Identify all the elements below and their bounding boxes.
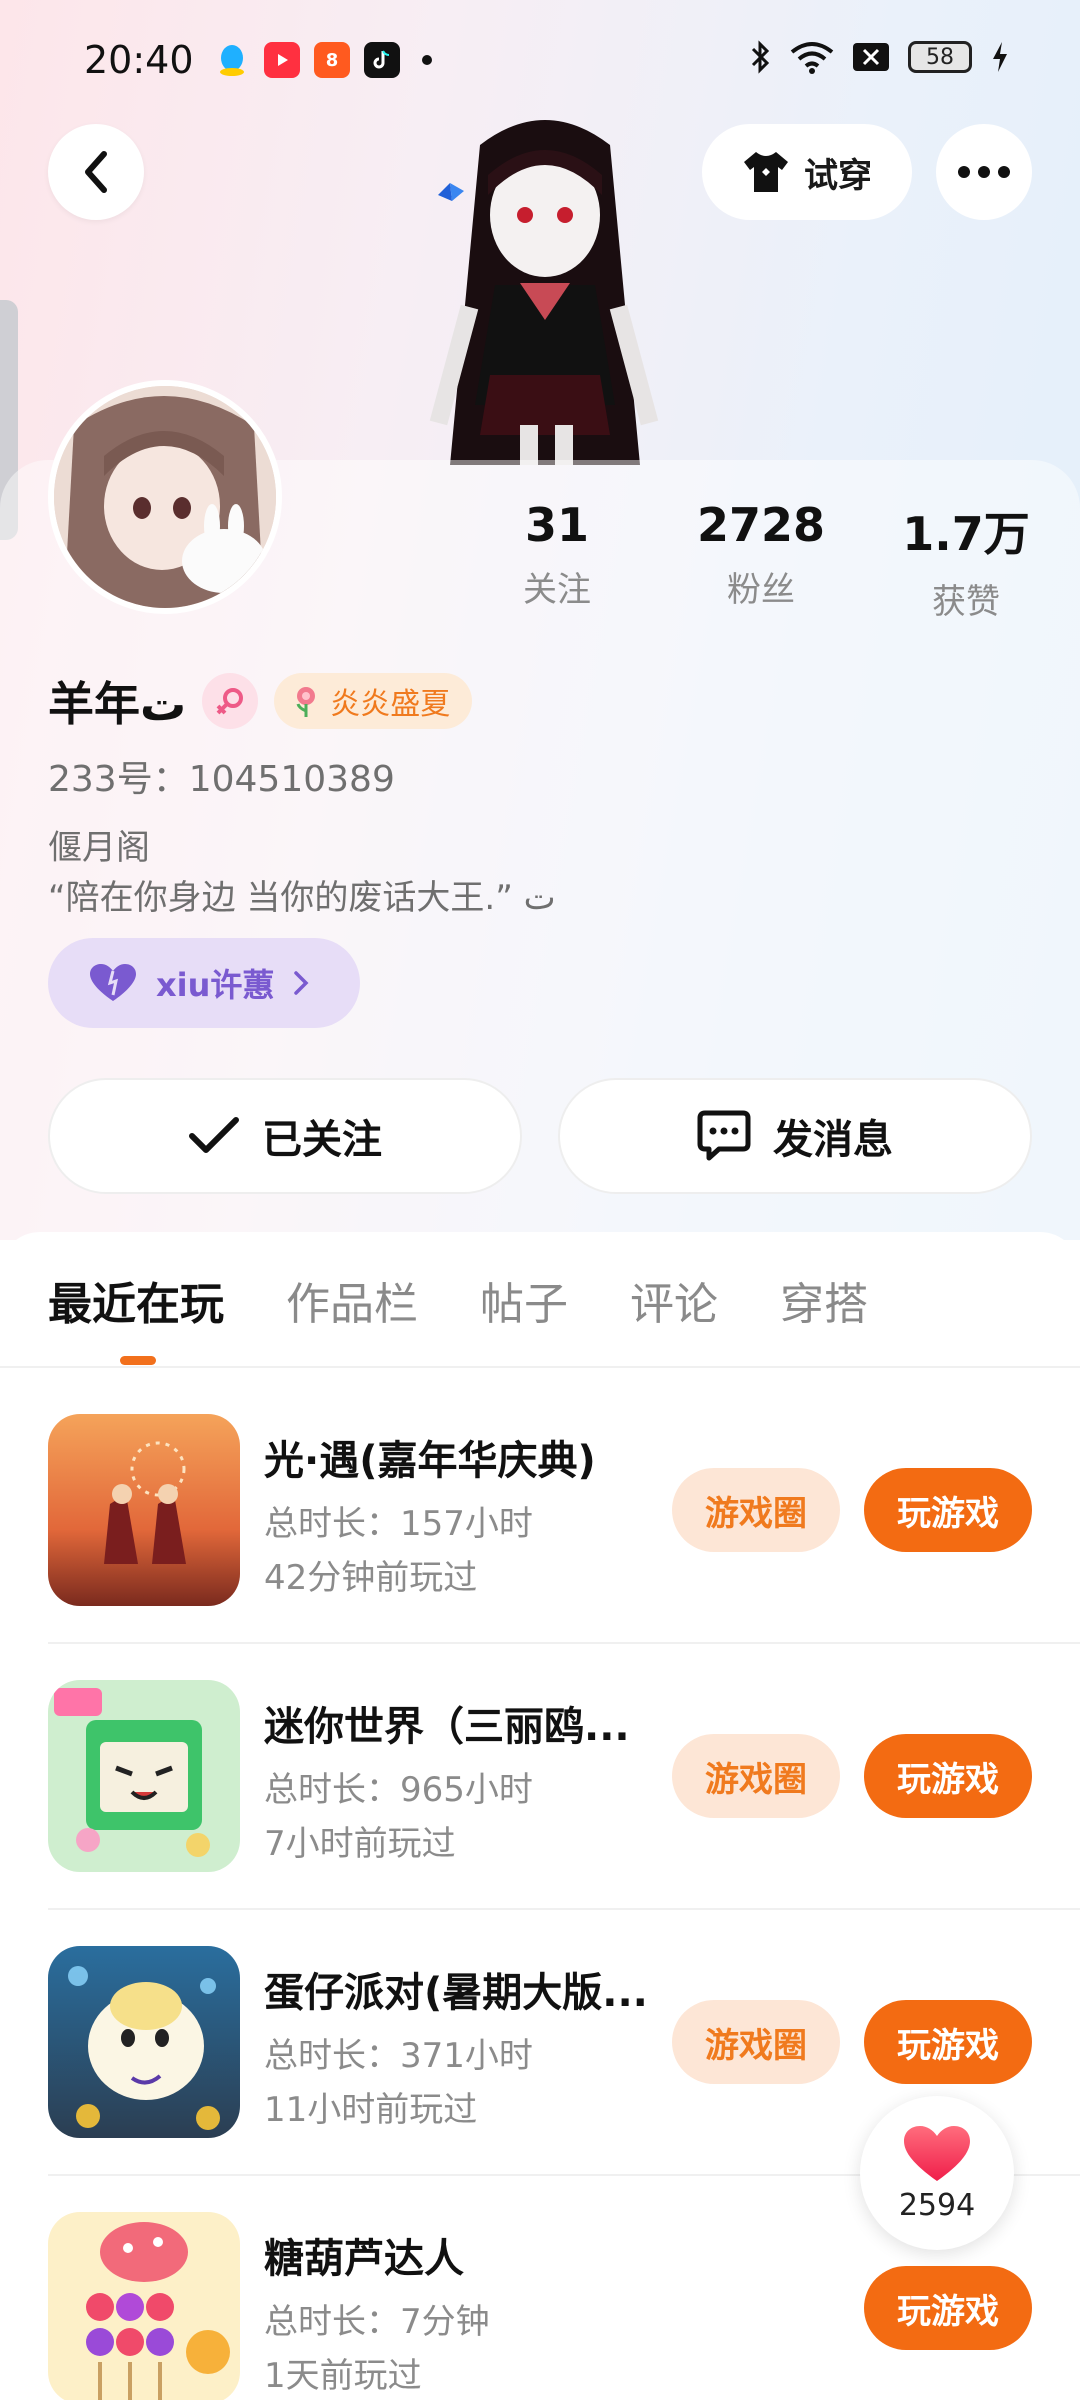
profile-stats: 31 关注 2728 粉丝 1.7万 获赞: [0, 498, 1080, 622]
list-item[interactable]: 光·遇(嘉年华庆典) 总时长：157小时 42分钟前玩过 游戏圈 玩游戏: [0, 1414, 1080, 1680]
game-duration: 总时长：371小时: [264, 2036, 533, 2076]
profile-tabs: 最近在玩 作品栏 帖子 评论 穿搭: [48, 1268, 868, 1332]
game-duration: 总时长：965小时: [264, 1770, 533, 1810]
more-notifications-dot: [422, 55, 432, 65]
wifi-icon: [790, 42, 834, 74]
list-item[interactable]: 迷你世界（三丽鸥... 总时长：965小时 7小时前玩过 游戏圈 玩游戏: [0, 1680, 1080, 1946]
heart-icon: [90, 964, 136, 1001]
qq-icon: [214, 42, 250, 78]
tiktok-icon: [364, 42, 400, 78]
likes-label: 获赞: [932, 582, 1000, 622]
send-message-button[interactable]: 发消息: [558, 1078, 1032, 1194]
chat-bubble-icon: [697, 1110, 751, 1161]
user-id: 233号：104510389: [48, 759, 395, 800]
game-last-played: 7小时前玩过: [264, 1824, 456, 1864]
check-icon: [189, 1117, 239, 1153]
follow-button[interactable]: 已关注: [48, 1078, 522, 1194]
follow-button-label: 已关注: [262, 1117, 382, 1163]
bio-line-2: “陪在你身边 当你的废话大王.” ت: [48, 878, 556, 918]
more-options-button[interactable]: [936, 124, 1032, 220]
play-game-button[interactable]: 玩游戏: [864, 1468, 1032, 1552]
followers-count: 2728: [696, 498, 826, 552]
cp-name: xiu许蕙: [156, 966, 275, 1004]
battery-indicator: 58: [908, 41, 972, 73]
name-row: 羊年ت 炎炎盛夏: [48, 668, 473, 734]
row-divider: [48, 1908, 1080, 1910]
back-button[interactable]: [48, 124, 144, 220]
tab-outfits[interactable]: 穿搭: [780, 1268, 868, 1332]
game-last-played: 42分钟前玩过: [264, 1558, 478, 1598]
season-badge[interactable]: 炎炎盛夏: [274, 673, 473, 729]
female-gender-icon: [202, 673, 259, 729]
following-label: 关注: [523, 570, 591, 610]
cp-relationship-chip[interactable]: xiu许蕙: [48, 938, 360, 1028]
tab-works[interactable]: 作品栏: [286, 1268, 418, 1332]
username: 羊年ت: [48, 677, 187, 731]
game-title: 迷你世界（三丽鸥...: [264, 1704, 630, 1750]
stat-likes[interactable]: 1.7万 获赞: [866, 498, 1066, 623]
floating-like-button[interactable]: 2594: [860, 2096, 1014, 2250]
game-last-played: 11小时前玩过: [264, 2090, 478, 2130]
tshirt-icon: [744, 152, 788, 192]
game-circle-button[interactable]: 游戏圈: [672, 1468, 840, 1552]
more-dots-icon: [958, 166, 1010, 178]
followers-label: 粉丝: [727, 570, 795, 610]
game-thumbnail: [48, 1414, 240, 1606]
try-on-button[interactable]: 试穿: [702, 124, 912, 220]
tab-comments[interactable]: 评论: [630, 1268, 718, 1332]
game-last-played: 1天前玩过: [264, 2356, 422, 2396]
flower-icon: [296, 687, 316, 717]
tab-recently-played[interactable]: 最近在玩: [48, 1268, 224, 1332]
send-message-label: 发消息: [773, 1117, 893, 1163]
system-status-icons: 58: [750, 40, 1010, 74]
game-thumbnail: [48, 1946, 240, 2138]
stat-followers[interactable]: 2728 粉丝: [661, 498, 861, 611]
following-count: 31: [524, 498, 589, 552]
row-divider: [48, 1642, 1080, 1644]
status-time: 20:40: [84, 38, 194, 82]
play-game-button[interactable]: 玩游戏: [864, 1734, 1032, 1818]
status-bar: 20:40 8 58: [0, 0, 1080, 120]
game-circle-button[interactable]: 游戏圈: [672, 1734, 840, 1818]
bio-line-1: 偃月阁: [48, 828, 150, 868]
sim-off-icon: [853, 43, 889, 71]
heart-icon: [904, 2125, 970, 2181]
game-thumbnail: [48, 2212, 240, 2400]
game-title: 光·遇(嘉年华庆典): [264, 1438, 596, 1484]
game-thumbnail: [48, 1680, 240, 1872]
game-circle-button[interactable]: 游戏圈: [672, 2000, 840, 2084]
video-app-icon: [264, 42, 300, 78]
likes-count: 1.7万: [902, 507, 1030, 561]
play-game-button[interactable]: 玩游戏: [864, 2000, 1032, 2084]
chevron-left-icon: [85, 151, 107, 193]
notification-icons: 8: [214, 42, 432, 78]
game-duration: 总时长：157小时: [264, 1504, 533, 1544]
game-title: 糖葫芦达人: [264, 2236, 464, 2282]
like-count: 2594: [898, 2187, 976, 2223]
try-on-label: 试穿: [804, 155, 872, 196]
chevron-right-icon: [294, 971, 309, 995]
game-duration: 总时长：7分钟: [264, 2302, 490, 2342]
stat-following[interactable]: 31 关注: [457, 498, 657, 611]
charging-icon: [993, 42, 1007, 72]
play-game-button[interactable]: 玩游戏: [864, 2266, 1032, 2350]
game-title: 蛋仔派对(暑期大版...: [264, 1970, 648, 2016]
tabs-divider: [0, 1366, 1080, 1368]
season-badge-label: 炎炎盛夏: [330, 687, 451, 722]
character-avatar-figure: [429, 120, 659, 465]
tab-posts[interactable]: 帖子: [480, 1268, 568, 1332]
bluetooth-icon: [751, 40, 770, 74]
shopping-app-icon: 8: [314, 42, 350, 78]
active-tab-indicator: [120, 1356, 156, 1365]
